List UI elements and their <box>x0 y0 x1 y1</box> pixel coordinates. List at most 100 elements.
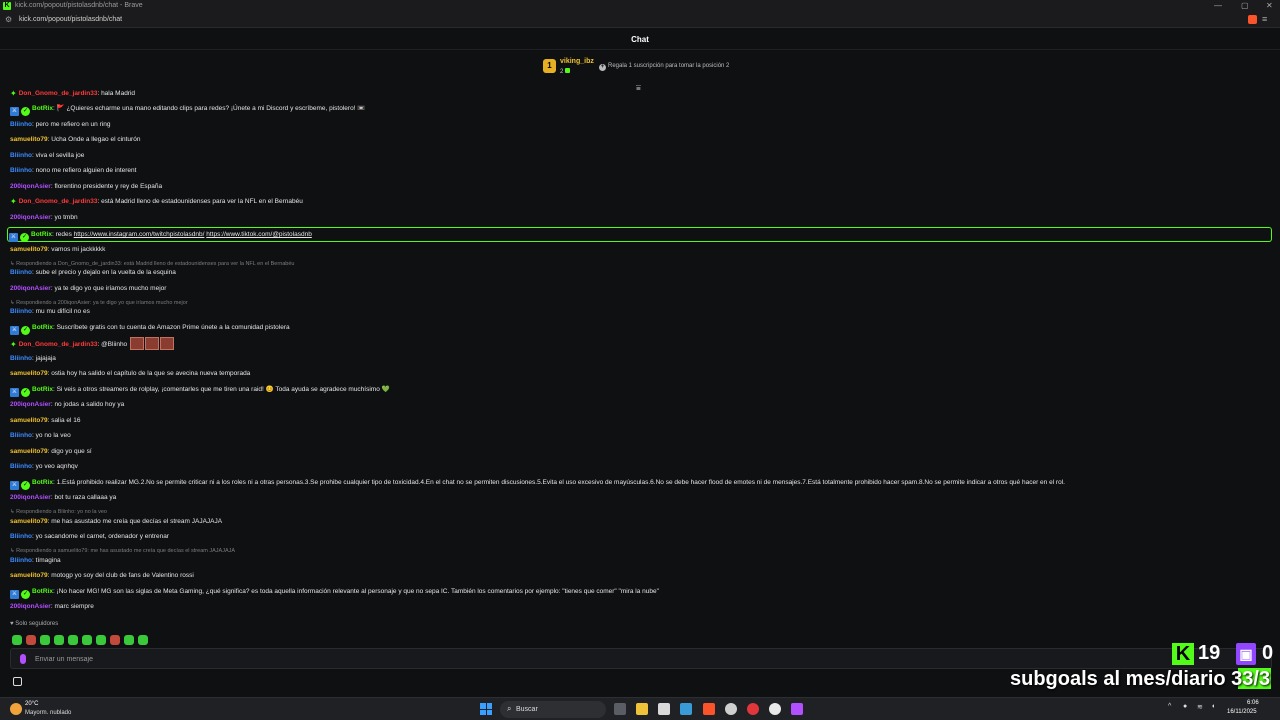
username[interactable]: Don_Gnomo_de_jardin33 <box>19 341 98 348</box>
username[interactable]: Don_Gnomo_de_jardin33 <box>19 198 98 205</box>
username[interactable]: 200iqonAsier <box>10 214 51 221</box>
app-icon[interactable] <box>791 703 803 715</box>
clock-time[interactable]: 6:06 <box>1247 700 1259 706</box>
username[interactable]: Bliinho <box>10 463 32 470</box>
windows-start-icon[interactable] <box>480 703 492 715</box>
emote-icon[interactable] <box>145 337 159 350</box>
tiktok-link[interactable]: https://www.tiktok.com/@pistolasdnb <box>206 231 312 238</box>
clock-date[interactable]: 16/11/2025 <box>1227 709 1257 715</box>
mod-badge-icon: ⚔ <box>9 233 18 242</box>
site-settings-icon[interactable]: ⚙ <box>5 15 12 24</box>
chat-message: Bliinho: yo no la veo <box>10 430 71 442</box>
username[interactable]: samuelito79 <box>10 370 48 377</box>
chat-message: 200iqonAsier: yo tmbn <box>10 212 78 224</box>
gifter-count: 2 <box>560 68 571 75</box>
brave-icon[interactable] <box>703 703 715 715</box>
username[interactable]: Don_Gnomo_de_jardin33 <box>19 90 98 97</box>
file-explorer-icon[interactable] <box>636 703 648 715</box>
username[interactable]: samuelito79 <box>10 518 48 525</box>
username[interactable]: Bliinho <box>10 167 32 174</box>
mic-tray-icon[interactable]: ● <box>1183 703 1187 710</box>
tray-chevron-icon[interactable]: ^ <box>1168 703 1171 710</box>
kick-sub-count: 19 <box>1198 642 1221 664</box>
emote-icon[interactable] <box>110 635 120 645</box>
emote-icon[interactable] <box>124 635 134 645</box>
username[interactable]: Bliinho <box>10 432 32 439</box>
username[interactable]: BotRix <box>32 324 53 331</box>
store-icon[interactable] <box>658 703 670 715</box>
message-text: : está Madrid lleno de estadounidenses p… <box>97 198 303 205</box>
username[interactable]: BotRix <box>32 386 53 393</box>
username[interactable]: 200iqonAsier <box>10 401 51 408</box>
chat-settings-icon[interactable] <box>13 677 22 686</box>
network-icon[interactable]: ≋ <box>1197 703 1203 711</box>
username[interactable]: Bliinho <box>10 121 32 128</box>
app-icon[interactable] <box>769 703 781 715</box>
username[interactable]: Bliinho <box>10 269 32 276</box>
emote-icon[interactable] <box>160 337 174 350</box>
chat-message: Bliinho: tímagina <box>10 555 61 567</box>
emote-icon[interactable] <box>26 635 36 645</box>
username[interactable]: BotRix <box>31 231 52 238</box>
mod-badge-icon: ⚔ <box>10 590 19 599</box>
weather-icon[interactable] <box>10 703 22 715</box>
username[interactable]: samuelito79 <box>10 448 48 455</box>
instagram-link[interactable]: https://www.instagram.com/twitchpistolas… <box>74 231 205 238</box>
url-text[interactable]: kick.com/popout/pistolasdnb/chat <box>19 16 122 23</box>
username[interactable]: BotRix <box>32 479 53 486</box>
chat-input-box[interactable] <box>10 648 1272 669</box>
volume-icon[interactable]: ◖ <box>1211 703 1215 710</box>
username[interactable]: Bliinho <box>10 557 32 564</box>
username[interactable]: Bliinho <box>10 308 32 315</box>
taskbar-search[interactable]: ⌕ Buscar <box>500 701 606 718</box>
gift-prompt[interactable]: + Regala 1 suscripción para tomar la posi… <box>599 63 729 71</box>
emote-icon[interactable] <box>12 635 22 645</box>
verified-badge-icon: ✓ <box>20 233 29 242</box>
emote-icon[interactable] <box>130 337 144 350</box>
emote-icon[interactable] <box>82 635 92 645</box>
app-icon[interactable] <box>747 703 759 715</box>
emote-icon[interactable] <box>54 635 64 645</box>
username[interactable]: samuelito79 <box>10 417 48 424</box>
message-text: : Suscríbete gratis con tu cuenta de Ama… <box>52 324 290 331</box>
subgoals-text: subgoals al mes/diario 33/3 <box>1010 668 1271 690</box>
reply-text: Respondiendo a Bliinho: yo no la veo <box>16 509 107 515</box>
username[interactable]: BotRix <box>32 588 53 595</box>
verified-badge-icon: ✓ <box>21 326 30 335</box>
message-text: : yo veo aqnhqv <box>32 463 78 470</box>
app-icon[interactable] <box>725 703 737 715</box>
username[interactable]: 200iqonAsier <box>10 183 51 190</box>
task-view-icon[interactable] <box>614 703 626 715</box>
emote-icon[interactable] <box>68 635 78 645</box>
mod-badge-icon: ⚔ <box>10 326 19 335</box>
emote-icon[interactable] <box>138 635 148 645</box>
chat-message: samuelito79: me has asustado me creía qu… <box>10 516 222 528</box>
username[interactable]: samuelito79 <box>10 572 48 579</box>
minimize-icon[interactable]: — <box>1214 1 1222 10</box>
maximize-icon[interactable]: ▢ <box>1241 1 1249 10</box>
gifter-name[interactable]: viking_ibz <box>560 58 594 65</box>
emote-icon[interactable] <box>96 635 106 645</box>
chat-message: 200iqonAsier: florentino presidente y re… <box>10 181 162 193</box>
username[interactable]: 200iqonAsier <box>10 285 51 292</box>
message-text: : digo yo que sí <box>47 448 92 455</box>
username[interactable]: 200iqonAsier <box>10 603 51 610</box>
username[interactable]: samuelito79 <box>10 246 48 253</box>
username[interactable]: BotRix <box>32 105 53 112</box>
followers-only-label: Solo seguidores <box>15 621 59 627</box>
mic-icon[interactable] <box>20 654 26 664</box>
close-icon[interactable]: ✕ <box>1266 1 1273 10</box>
username[interactable]: samuelito79 <box>10 136 48 143</box>
message-input[interactable] <box>35 652 935 666</box>
username[interactable]: 200iqonAsier <box>10 494 51 501</box>
brave-shields-icon[interactable] <box>1248 15 1257 24</box>
menu-icon[interactable]: ≡ <box>1262 14 1267 24</box>
emote-icon[interactable] <box>40 635 50 645</box>
username[interactable]: Bliinho <box>10 533 32 540</box>
chat-message: Bliinho: pero me refiero en un ring <box>10 119 110 131</box>
address-bar[interactable]: ⚙ kick.com/popout/pistolasdnb/chat ≡ <box>0 12 1280 28</box>
chat-message: Bliinho: yo sacandome el carnet, ordenad… <box>10 531 169 543</box>
username[interactable]: Bliinho <box>10 355 32 362</box>
username[interactable]: Bliinho <box>10 152 32 159</box>
app-icon[interactable] <box>680 703 692 715</box>
